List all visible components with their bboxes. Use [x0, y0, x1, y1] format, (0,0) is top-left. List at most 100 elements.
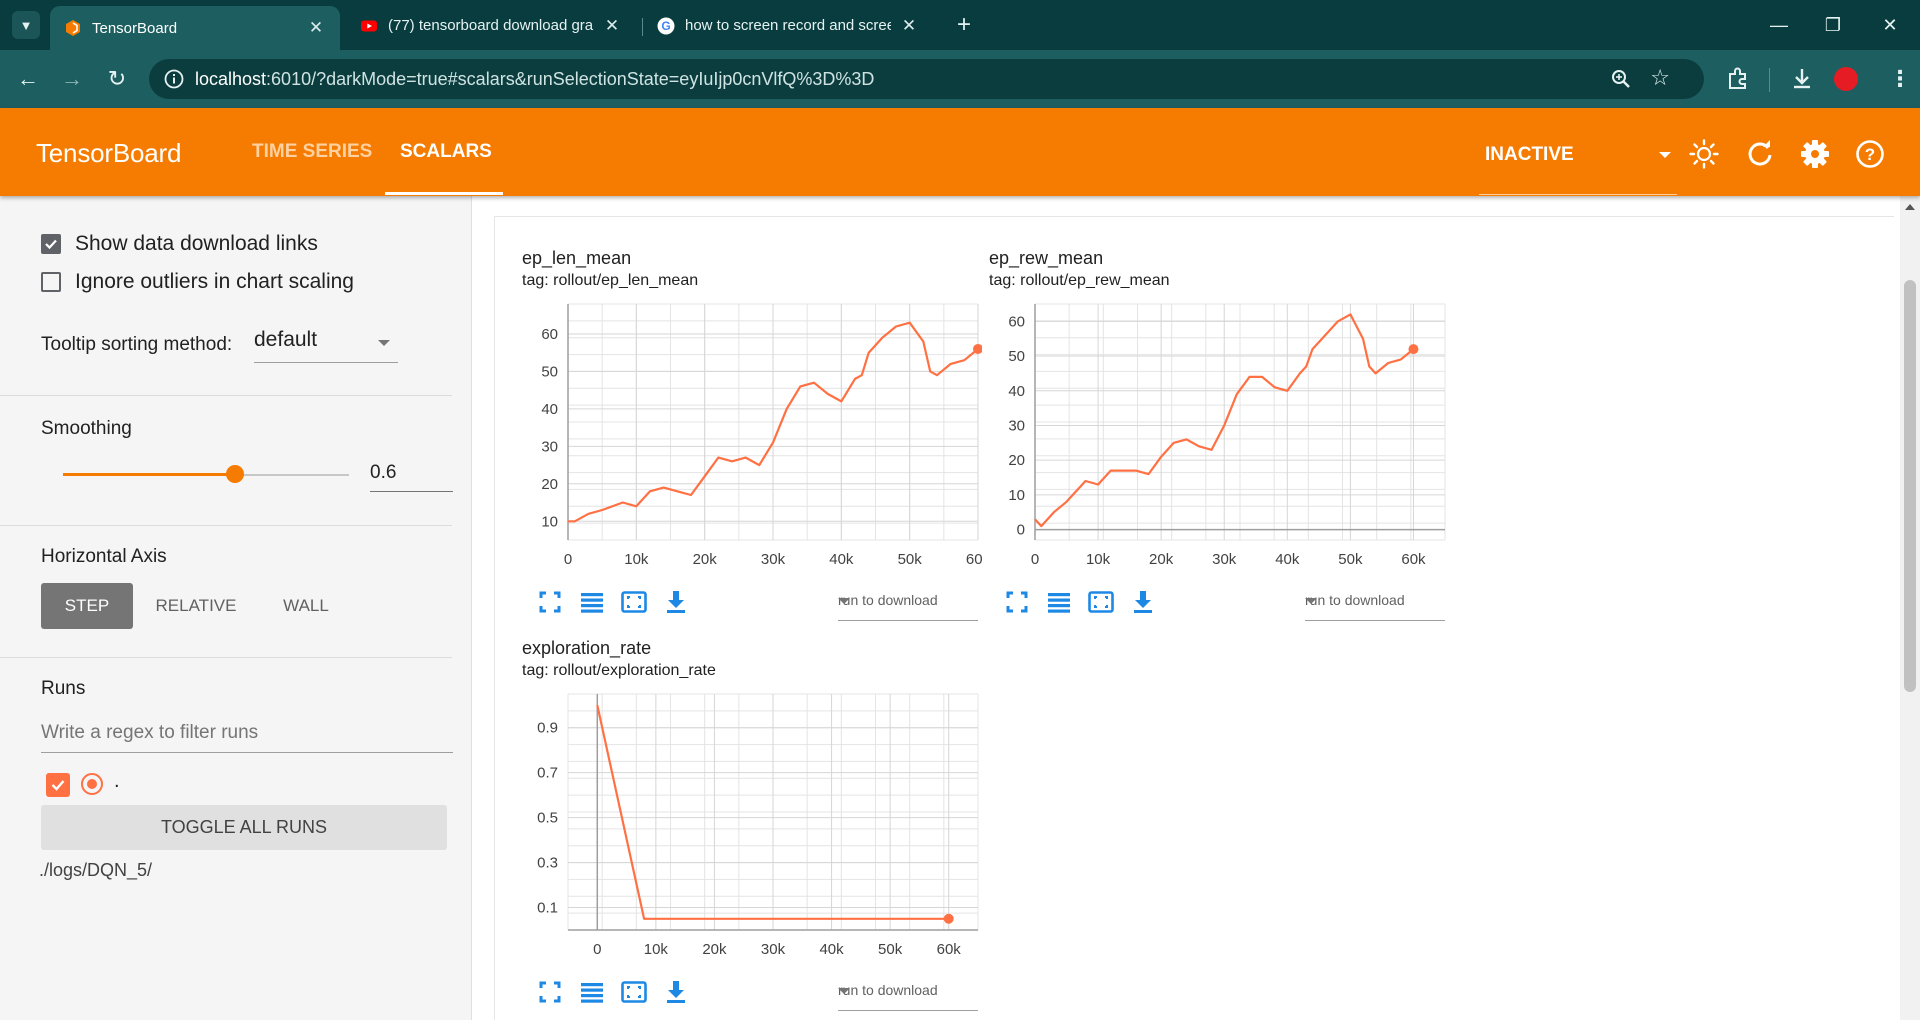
close-window-icon[interactable]: ✕ — [1870, 10, 1910, 40]
tab-scalars[interactable]: SCALARS — [400, 141, 492, 163]
tab-close-icon[interactable]: ✕ — [602, 16, 622, 36]
y-tick-label: 60 — [1008, 313, 1025, 330]
address-bar[interactable]: localhost:6010/?darkMode=true#scalars&ru… — [149, 59, 1704, 99]
tab-close-icon[interactable]: ✕ — [306, 18, 326, 38]
smoothing-input[interactable]: 0.6 — [370, 456, 453, 492]
horizontal-axis-label: Horizontal Axis — [41, 546, 167, 568]
browser-tab-strip: ▼ TensorBoard ✕ (77) tensorboard downloa… — [0, 0, 1920, 50]
tab-youtube[interactable]: (77) tensorboard download gra ✕ — [346, 7, 636, 44]
y-tick-label: 0.1 — [537, 900, 558, 917]
y-tick-label: 30 — [1008, 417, 1025, 434]
plugin-dropdown[interactable]: INACTIVE — [1479, 140, 1677, 195]
x-tick-label: 50k — [1338, 551, 1363, 568]
run-color-radio[interactable] — [81, 773, 103, 795]
tensorboard-favicon-icon — [64, 19, 82, 37]
scroll-up-arrow-icon[interactable] — [1905, 204, 1915, 210]
tab-tensorboard[interactable]: TensorBoard ✕ — [50, 6, 340, 50]
x-tick-label: 0 — [593, 941, 601, 958]
browser-menu-icon[interactable]: ⋮ — [1886, 65, 1914, 93]
tab-time-series[interactable]: TIME SERIES — [252, 141, 372, 163]
y-tick-label: 60 — [541, 326, 558, 343]
runs-filter-input[interactable]: Write a regex to filter runs — [41, 714, 453, 753]
tab-google[interactable]: G how to screen record and scree ✕ — [643, 7, 933, 44]
run-checkbox[interactable] — [46, 773, 70, 797]
fullscreen-icon[interactable] — [536, 978, 564, 1006]
runs-filter-placeholder: Write a regex to filter runs — [41, 722, 258, 744]
help-icon[interactable]: ? — [1854, 138, 1886, 170]
toggle-all-runs-button[interactable]: TOGGLE ALL RUNS — [41, 805, 447, 850]
toggle-log-scale-icon[interactable] — [578, 588, 606, 616]
tab-search-chevron-icon[interactable]: ▼ — [12, 11, 40, 39]
run-to-download-select[interactable]: run to download — [1305, 586, 1445, 621]
line-chart[interactable]: 0102030405060010k20k30k40k50k60k — [989, 296, 1449, 586]
forward-arrow-icon[interactable]: → — [56, 63, 88, 95]
run-to-download-select[interactable]: run to download — [838, 586, 978, 621]
url-host: localhost — [195, 69, 266, 89]
toggle-log-scale-icon[interactable] — [578, 978, 606, 1006]
ignore-outliers-checkbox[interactable] — [41, 272, 61, 292]
line-chart[interactable]: 0.10.30.50.70.9010k20k30k40k50k60k — [522, 686, 982, 976]
main-top-border — [494, 216, 1894, 217]
fullscreen-icon[interactable] — [536, 588, 564, 616]
x-tick-label: 30k — [761, 551, 786, 568]
axis-step-button[interactable]: STEP — [41, 583, 133, 629]
axis-relative-button[interactable]: RELATIVE — [148, 583, 244, 629]
extensions-puzzle-icon[interactable] — [1724, 65, 1752, 93]
scrollbar-thumb[interactable] — [1904, 280, 1916, 692]
line-chart[interactable]: 102030405060010k20k30k40k50k60k — [522, 296, 982, 586]
download-icon[interactable] — [662, 978, 690, 1006]
fit-domain-icon[interactable] — [620, 978, 648, 1006]
reload-icon[interactable]: ↻ — [101, 63, 133, 95]
downloads-icon[interactable] — [1788, 65, 1816, 93]
run-to-download-placeholder: run to download — [1305, 592, 1405, 608]
download-icon[interactable] — [662, 588, 690, 616]
run-to-download-select[interactable]: run to download — [838, 976, 978, 1011]
settings-gear-icon[interactable] — [1799, 138, 1831, 170]
chevron-down-icon — [838, 598, 850, 604]
refresh-icon[interactable] — [1744, 138, 1776, 170]
tab-title: how to screen record and scree — [685, 17, 891, 34]
download-icon[interactable] — [1129, 588, 1157, 616]
site-info-icon[interactable] — [163, 68, 185, 90]
tensorboard-header: TensorBoard TIME SERIES SCALARS INACTIVE… — [0, 108, 1920, 196]
x-tick-label: 0 — [564, 551, 572, 568]
chart-tag: tag: rollout/ep_len_mean — [522, 272, 698, 290]
smoothing-label: Smoothing — [41, 418, 132, 440]
chart-card-exploration-rate: exploration_rate tag: rollout/exploratio… — [522, 638, 982, 1028]
theme-brightness-icon[interactable] — [1688, 138, 1720, 170]
y-tick-label: 0.9 — [537, 720, 558, 737]
profile-avatar[interactable] — [1834, 67, 1858, 91]
y-tick-label: 30 — [541, 438, 558, 455]
tooltip-sorting-select[interactable]: default — [254, 318, 398, 363]
y-tick-label: 10 — [541, 513, 558, 530]
y-tick-label: 50 — [541, 363, 558, 380]
show-download-links-option[interactable]: Show data download links — [41, 232, 318, 256]
minimize-icon[interactable]: — — [1759, 10, 1799, 40]
fullscreen-icon[interactable] — [1003, 588, 1031, 616]
zoom-icon[interactable] — [1610, 68, 1632, 90]
x-tick-label: 10k — [644, 941, 669, 958]
tab-close-icon[interactable]: ✕ — [899, 16, 919, 36]
y-tick-label: 20 — [1008, 452, 1025, 469]
chart-card-ep-len-mean: ep_len_mean tag: rollout/ep_len_mean 10 2… — [522, 248, 982, 638]
maximize-icon[interactable]: ❐ — [1813, 10, 1853, 40]
toggle-log-scale-icon[interactable] — [1045, 588, 1073, 616]
main-scrollbar[interactable] — [1900, 196, 1920, 1020]
main-left-border — [494, 216, 495, 1020]
show-download-links-checkbox[interactable] — [41, 234, 61, 254]
y-tick-label: 0 — [1017, 522, 1025, 539]
axis-wall-button[interactable]: WALL — [268, 583, 344, 629]
smoothing-slider-thumb[interactable] — [226, 465, 244, 483]
x-tick-label: 20k — [1149, 551, 1174, 568]
fit-domain-icon[interactable] — [1087, 588, 1115, 616]
chart-title: ep_len_mean — [522, 248, 631, 269]
fit-domain-icon[interactable] — [620, 588, 648, 616]
ignore-outliers-option[interactable]: Ignore outliers in chart scaling — [41, 270, 354, 294]
tooltip-sorting-value: default — [254, 328, 317, 352]
bookmark-star-icon[interactable]: ☆ — [1650, 65, 1670, 91]
plugin-dropdown-label: INACTIVE — [1485, 144, 1574, 166]
new-tab-button[interactable]: + — [950, 11, 978, 39]
back-arrow-icon[interactable]: ← — [12, 63, 44, 95]
youtube-favicon-icon — [360, 17, 378, 35]
y-tick-label: 20 — [541, 476, 558, 493]
